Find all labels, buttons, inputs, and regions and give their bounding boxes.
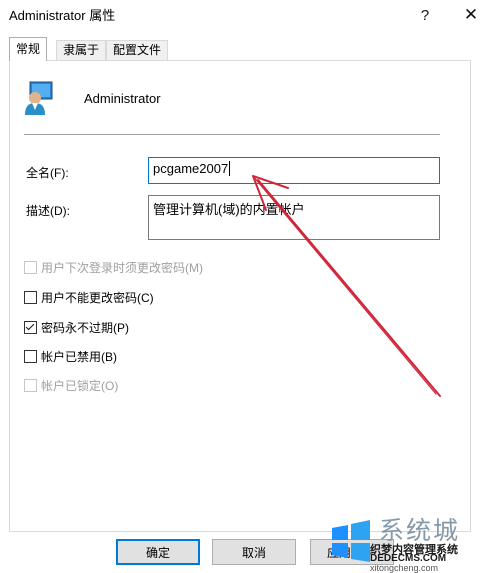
close-button[interactable]: ✕ <box>448 0 480 30</box>
ok-button[interactable]: 确定 <box>116 539 200 565</box>
checkbox-must-change-password[interactable]: 用户下次登录时须更改密码(M) <box>24 259 203 276</box>
checkbox-label: 用户下次登录时须更改密码(M) <box>41 261 203 275</box>
tab-profile[interactable]: 配置文件 <box>106 40 169 60</box>
checkbox-box[interactable] <box>24 321 37 334</box>
watermark-url: xitongcheng.com <box>370 563 439 573</box>
window-title: Administrator 属性 <box>9 8 116 23</box>
cancel-button[interactable]: 取消 <box>212 539 296 565</box>
checkbox-box[interactable] <box>24 291 37 304</box>
checkbox-password-never-expires[interactable]: 密码永不过期(P) <box>24 319 129 336</box>
tab-general[interactable]: 常规 <box>9 37 48 61</box>
checkbox-account-locked[interactable]: 帐户已锁定(O) <box>24 377 118 394</box>
checkbox-label: 帐户已锁定(O) <box>41 379 119 393</box>
checkbox-label: 密码永不过期(P) <box>41 321 129 335</box>
full-name-value: pcgame2007 <box>153 161 229 176</box>
checkbox-label: 帐户已禁用(B) <box>41 350 117 364</box>
user-name: Administrator <box>84 91 161 106</box>
checkbox-box[interactable] <box>24 261 37 274</box>
description-value: 管理计算机(域)的内置帐户 <box>153 202 305 217</box>
checkbox-account-disabled[interactable]: 帐户已禁用(B) <box>24 348 117 365</box>
checkbox-label: 用户不能更改密码(C) <box>41 291 154 305</box>
checkbox-box[interactable] <box>24 350 37 363</box>
checkbox-box[interactable] <box>24 379 37 392</box>
divider <box>24 134 440 135</box>
tab-member-of[interactable]: 隶属于 <box>56 40 107 60</box>
title-bar: Administrator 属性 ? ✕ <box>0 0 480 30</box>
description-field[interactable]: 管理计算机(域)的内置帐户 <box>148 195 440 240</box>
full-name-field[interactable]: pcgame2007 <box>148 157 440 184</box>
description-label: 描述(D): <box>26 204 70 218</box>
full-name-label: 全名(F): <box>26 166 69 180</box>
checkbox-cannot-change-password[interactable]: 用户不能更改密码(C) <box>24 289 154 306</box>
watermark: 系统城 织梦内容管理系统 DEDECMS.COM xitongcheng.com <box>328 510 480 573</box>
help-button[interactable]: ? <box>402 0 448 30</box>
user-icon <box>25 81 53 115</box>
windows-logo-icon <box>332 520 370 562</box>
